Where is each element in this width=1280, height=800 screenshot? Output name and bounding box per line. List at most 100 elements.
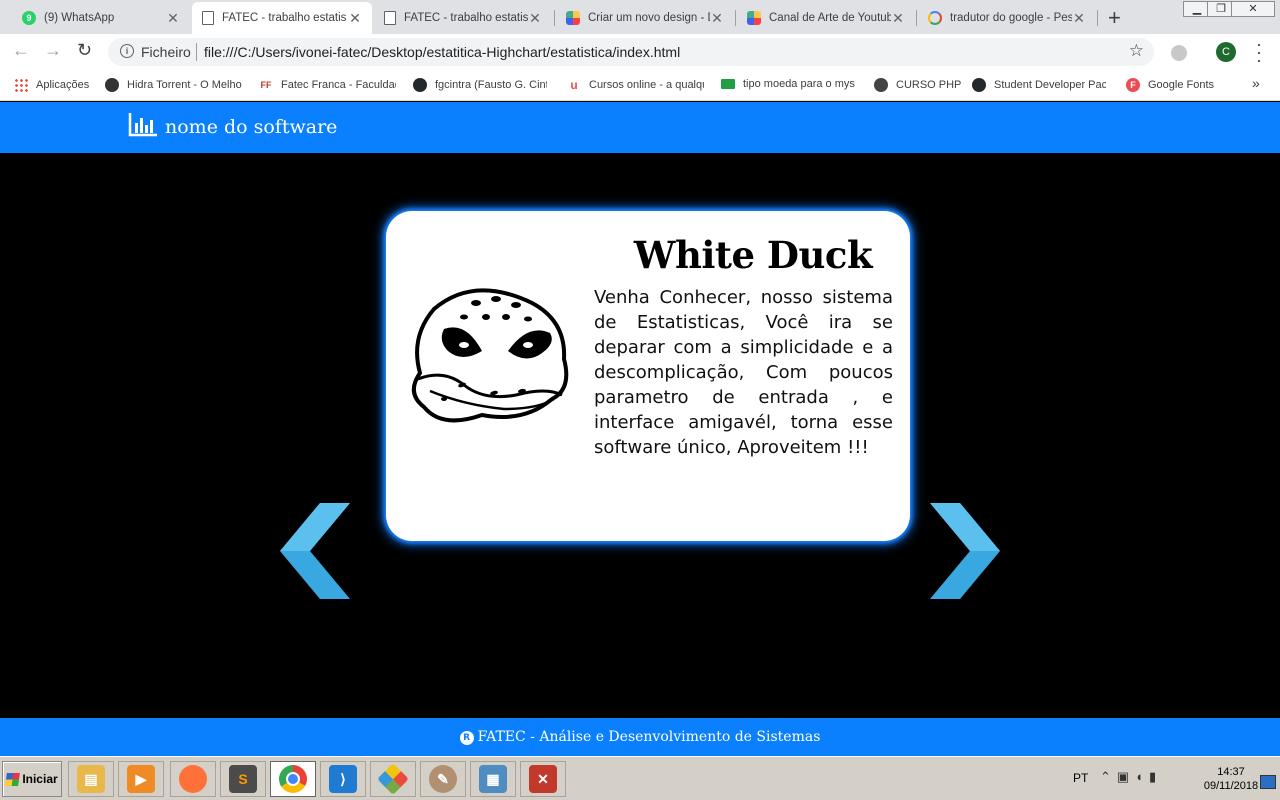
url-text[interactable]: file:///C:/Users/ivonei-fatec/Desktop/es… <box>204 44 680 60</box>
document-icon <box>202 11 214 25</box>
canva-icon <box>747 11 761 25</box>
extension-icon[interactable] <box>1171 45 1187 61</box>
reload-icon[interactable]: ↻ <box>77 40 92 61</box>
windows-flag-icon <box>5 772 21 786</box>
tab-fatec-active[interactable]: FATEC - trabalho estatis ✕ <box>192 2 372 34</box>
registered-icon: R <box>459 731 474 745</box>
taskbar-access-db[interactable]: ✕ <box>520 761 566 797</box>
tab-close-icon[interactable]: ✕ <box>528 10 542 27</box>
sublime-text-icon: S <box>229 765 257 793</box>
tab-google-translate[interactable]: tradutor do google - Pes ✕ <box>918 2 1096 34</box>
tab-whatsapp[interactable]: 9 (9) WhatsApp ✕ <box>12 2 190 34</box>
taskbar-vscode[interactable]: ⟩ <box>320 761 366 797</box>
bookmarks-overflow-button[interactable]: » <box>1252 75 1260 91</box>
start-label: Iniciar <box>22 772 58 786</box>
image-viewer-icon: ▦ <box>479 765 507 793</box>
tab-close-icon[interactable]: ✕ <box>1072 10 1086 27</box>
bookmark-github-fgcintra[interactable]: fgcintra (Fausto G. Cint <box>413 78 547 92</box>
firefox-icon <box>179 765 207 793</box>
address-bar[interactable]: i Ficheiro file:///C:/Users/ivonei-fatec… <box>108 38 1154 66</box>
windows-taskbar: Iniciar ▤ ▶ S ⟩ ✎ ▦ ✕ PT ⌃▣◖▮ 14:37 09/1… <box>0 756 1280 800</box>
chevron-right-icon[interactable] <box>928 501 1002 601</box>
menu-dots-icon[interactable]: · · · <box>1256 35 1262 69</box>
tab-close-icon[interactable]: ✕ <box>891 10 905 27</box>
brazil-flag-icon <box>721 79 735 89</box>
taskbar-tiles-app[interactable] <box>370 761 416 797</box>
new-tab-button[interactable]: + <box>1108 5 1121 31</box>
tab-title: FATEC - trabalho estatis <box>222 12 347 24</box>
profile-avatar[interactable]: C <box>1216 42 1236 62</box>
tab-separator <box>916 10 917 26</box>
tab-title: tradutor do google - Pes <box>950 12 1072 24</box>
system-tray-icons[interactable]: ⌃▣◖▮ <box>1100 769 1162 785</box>
file-explorer-icon: ▤ <box>77 765 105 793</box>
page-header: nome do software <box>0 102 1280 153</box>
scheme-label: Ficheiro <box>141 44 191 60</box>
card-description: Venha Conhecer, nosso sistema de Estatis… <box>594 287 893 458</box>
browser-toolbar: ← → ↻ i Ficheiro file:///C:/Users/ivonei… <box>0 34 1280 70</box>
back-arrow-icon[interactable]: ← <box>12 40 30 61</box>
tiles-app-icon <box>377 763 409 795</box>
bookmark-student-developer[interactable]: Student Developer Pacl <box>972 78 1106 92</box>
tab-separator <box>735 10 736 26</box>
forward-arrow-icon[interactable]: → <box>44 40 62 61</box>
bookmark-apps[interactable]: Aplicações <box>14 78 89 92</box>
duck-mask-logo <box>412 288 569 423</box>
apps-grid-icon <box>14 78 28 92</box>
taskbar-file-explorer[interactable]: ▤ <box>68 761 114 797</box>
hydra-icon <box>105 78 119 92</box>
clock-time: 14:37 <box>1217 766 1245 778</box>
bookmark-fatec[interactable]: FF Fatec Franca - Faculdac <box>259 78 397 92</box>
taskbar-chrome[interactable] <box>270 761 316 797</box>
bookmark-moeda-mysql[interactable]: tipo moeda para o mysq <box>721 78 855 90</box>
paint-icon: ✎ <box>429 765 457 793</box>
info-icon[interactable]: i <box>120 44 134 58</box>
card-title: White Duck <box>633 233 873 277</box>
footer-content: R FATEC - Análise e Desenvolvimento de Si… <box>0 729 1280 745</box>
taskbar-firefox[interactable] <box>170 761 216 797</box>
access-db-icon: ✕ <box>529 765 557 793</box>
github-icon <box>413 78 427 92</box>
tab-title: Canal de Arte de Youtub <box>769 12 891 24</box>
clock-date: 09/11/2018 <box>1203 780 1259 792</box>
bar-chart-icon <box>128 113 157 137</box>
carousel-card: White Duck Venha Conhecer, nosso sistema… <box>386 211 910 541</box>
footer-text: FATEC - Análise e Desenvolvimento de Sis… <box>477 729 821 745</box>
tab-separator <box>1097 10 1098 26</box>
browser-tab-strip: 9 (9) WhatsApp ✕ FATEC - trabalho estati… <box>0 0 1280 34</box>
address-separator <box>196 43 197 61</box>
bookmark-hidra[interactable]: Hidra Torrent - O Melho <box>105 78 242 92</box>
close-window-button[interactable]: ✕ <box>1231 1 1275 17</box>
tab-close-icon[interactable]: ✕ <box>166 10 180 27</box>
tab-canva-youtube[interactable]: Canal de Arte de Youtub ✕ <box>737 2 915 34</box>
bookmark-curso-php[interactable]: CURSO PHP <box>874 78 961 92</box>
page-footer: R FATEC - Análise e Desenvolvimento de Si… <box>0 718 1280 756</box>
tab-close-icon[interactable]: ✕ <box>348 10 362 27</box>
canva-icon <box>566 11 580 25</box>
vscode-icon: ⟩ <box>329 765 357 793</box>
bookmark-udemy[interactable]: u Cursos online - a qualqu <box>567 78 704 92</box>
language-indicator[interactable]: PT <box>1073 771 1088 785</box>
whatsapp-icon: 9 <box>22 11 36 25</box>
google-fonts-icon: F <box>1126 78 1140 92</box>
taskbar-media-player[interactable]: ▶ <box>118 761 164 797</box>
tab-title: (9) WhatsApp <box>44 12 115 24</box>
tab-close-icon[interactable]: ✕ <box>710 10 724 27</box>
taskbar-paint[interactable]: ✎ <box>420 761 466 797</box>
bookmark-google-fonts[interactable]: F Google Fonts <box>1126 78 1214 92</box>
tab-canva-design[interactable]: Criar um novo design - D ✕ <box>556 2 734 34</box>
start-button[interactable]: Iniciar <box>2 761 62 797</box>
chrome-icon <box>279 765 307 793</box>
taskbar-image-viewer[interactable]: ▦ <box>470 761 516 797</box>
chevron-left-icon[interactable] <box>278 501 352 601</box>
media-player-icon: ▶ <box>127 765 155 793</box>
clock[interactable]: 14:37 09/11/2018 <box>1196 765 1266 793</box>
tab-separator <box>554 10 555 26</box>
show-desktop-icon[interactable] <box>1260 775 1276 789</box>
software-name-link[interactable]: nome do software <box>165 116 337 138</box>
bookmark-star-icon[interactable]: ☆ <box>1129 41 1144 61</box>
tab-fatec-2[interactable]: FATEC - trabalho estatis ✕ <box>374 2 552 34</box>
carousel-section: White Duck Venha Conhecer, nosso sistema… <box>0 153 1280 718</box>
udemy-icon: u <box>570 78 578 92</box>
taskbar-sublime-text[interactable]: S <box>220 761 266 797</box>
